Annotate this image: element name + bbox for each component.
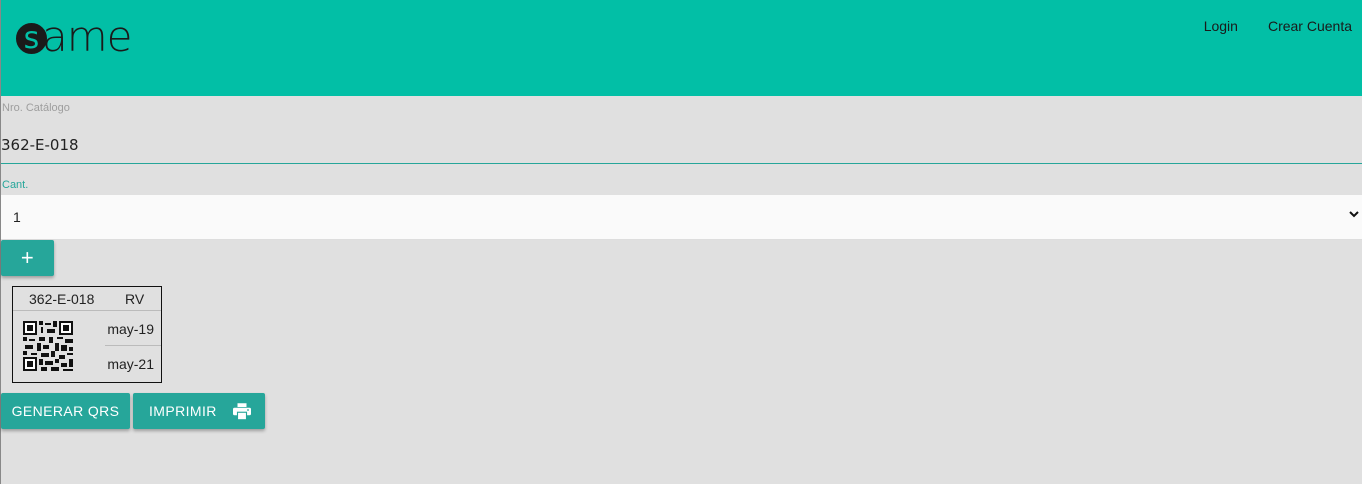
label-date-start: may-19 [107, 321, 154, 337]
quantity-label: Cant. [2, 179, 29, 191]
register-link[interactable]: Crear Cuenta [1268, 18, 1352, 34]
print-label: IMPRIMIR [149, 403, 217, 419]
generate-qrs-button[interactable]: GENERAR QRS [1, 393, 130, 429]
label-date-end: may-21 [107, 356, 154, 372]
qr-code-icon [23, 321, 73, 371]
chevron-down-icon [1348, 208, 1360, 223]
login-link[interactable]: Login [1204, 18, 1238, 34]
quantity-select[interactable]: 1 [1, 195, 1362, 240]
label-header-row: 362-E-018 RV [13, 287, 161, 311]
printer-icon [232, 402, 251, 420]
catalog-label: Nro. Catálogo [2, 102, 70, 114]
add-button[interactable]: + [1, 240, 54, 276]
generate-qrs-label: GENERAR QRS [11, 403, 120, 419]
logo-text: ame [42, 12, 132, 61]
qr-label-card: 362-E-018 RV may-19 may-21 [12, 286, 162, 383]
label-suffix: RV [125, 291, 145, 307]
print-button[interactable]: IMPRIMIR [133, 393, 265, 429]
nav-links: Login Crear Cuenta [1204, 18, 1352, 34]
label-divider [105, 345, 161, 346]
catalog-input[interactable] [1, 126, 1362, 164]
quantity-value: 1 [13, 209, 21, 225]
label-code: 362-E-018 [29, 291, 95, 307]
same-logo[interactable]: s ame [16, 12, 146, 61]
navbar: s ame Login Crear Cuenta [1, 0, 1362, 96]
